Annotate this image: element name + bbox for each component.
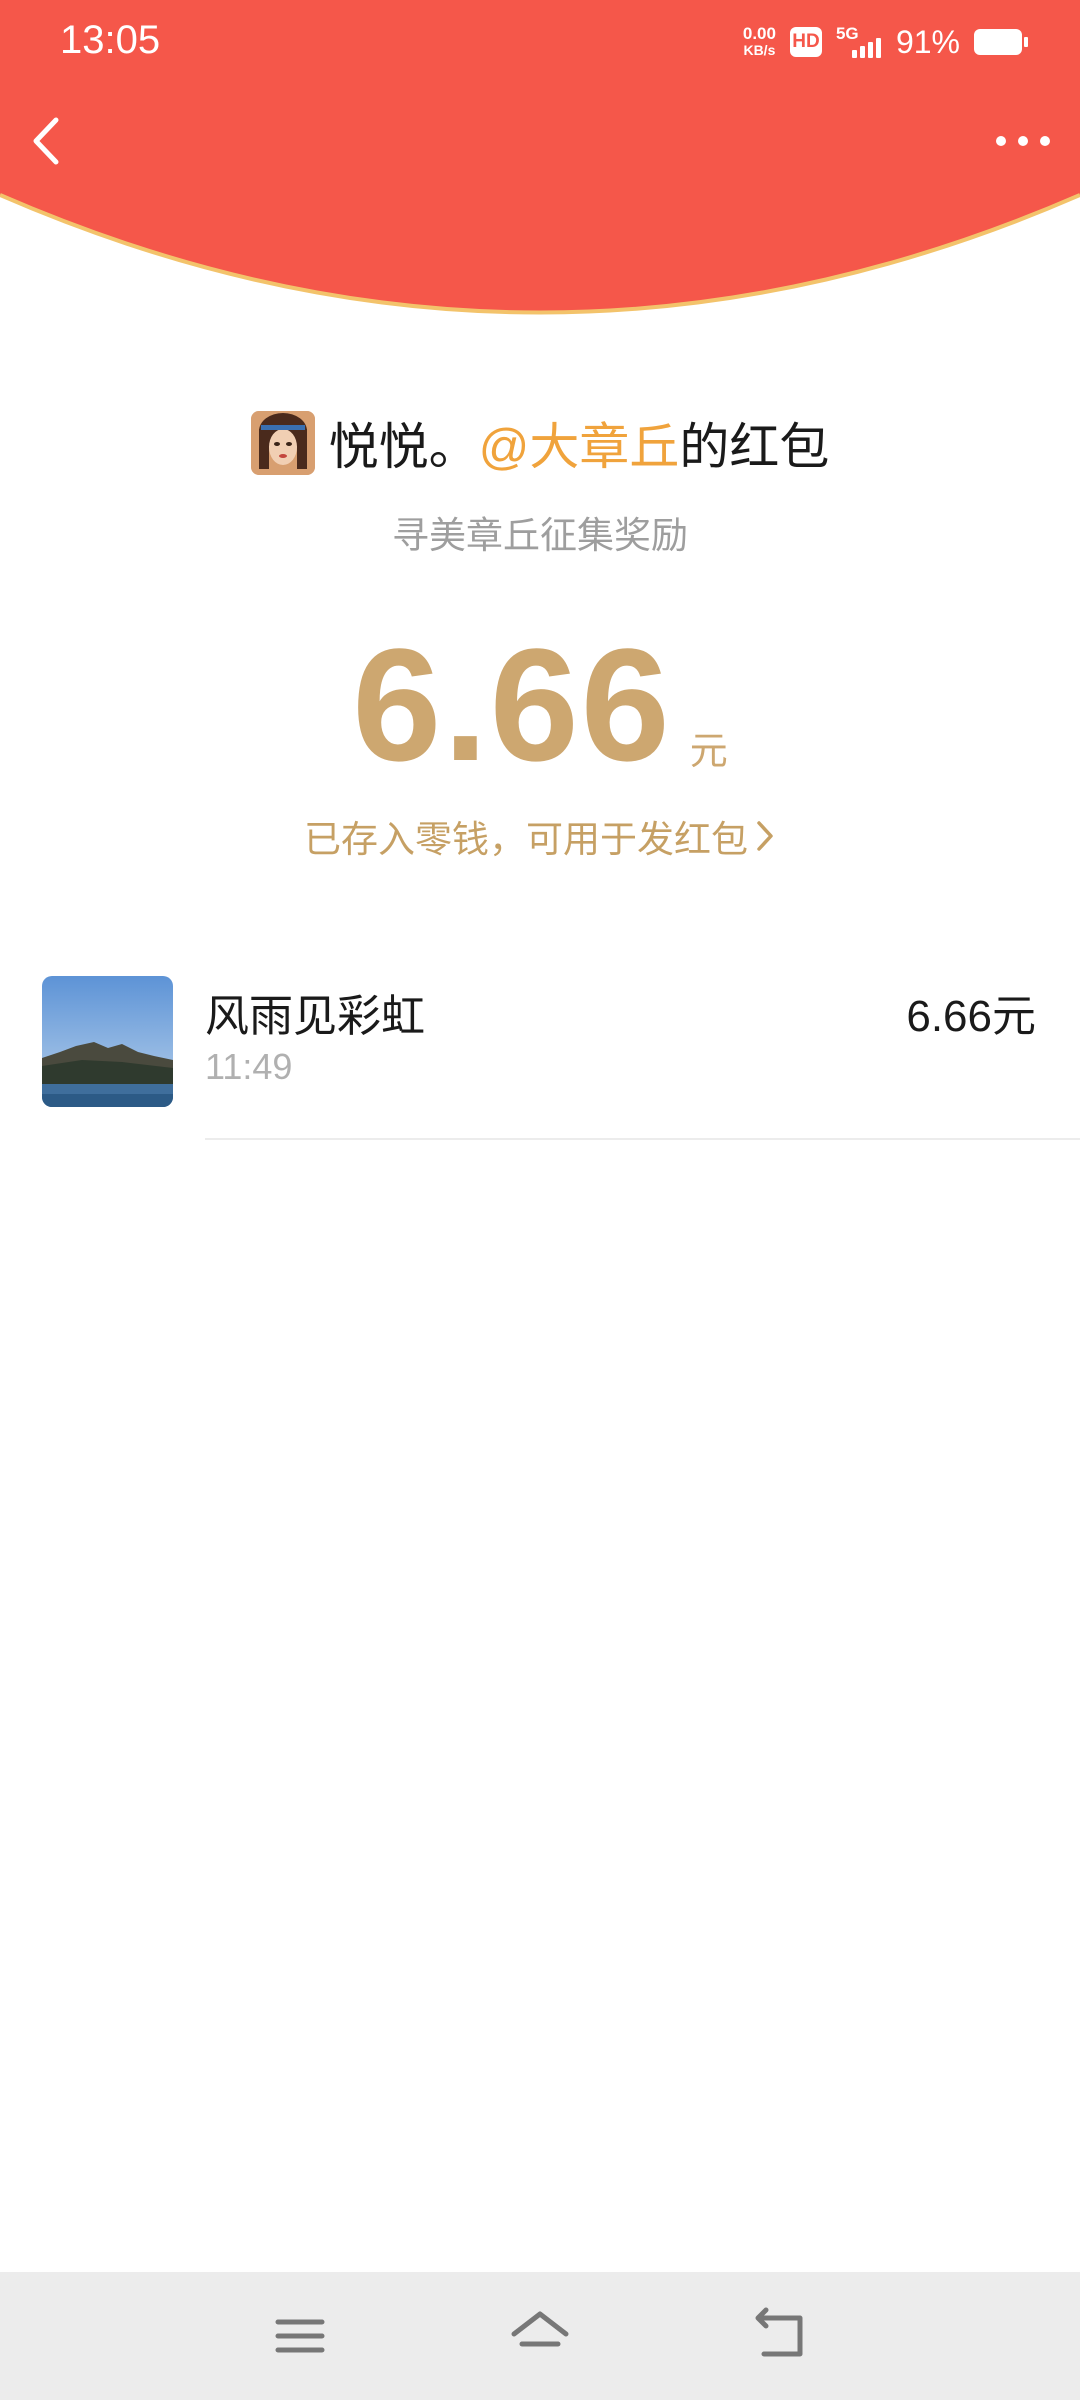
divider [205, 1138, 1080, 1140]
received-amount: 6.66 [352, 615, 672, 794]
status-bar: 13:05 0.00 KB/s HD 5G 91% [0, 0, 1080, 84]
amount-unit: 元 [689, 731, 728, 773]
stored-to-balance-link[interactable]: 已存入零钱，可用于发红包 [0, 808, 1080, 864]
hd-icon: HD [789, 27, 822, 57]
stored-to-balance-text: 已存入零钱，可用于发红包 [304, 819, 748, 860]
sender-suffix: 的红包 [679, 419, 830, 475]
network-speed: 0.00 KB/s [743, 25, 776, 59]
sender-mention-link[interactable]: @大章丘 [479, 407, 680, 479]
nav-home-button[interactable] [508, 2304, 572, 2368]
red-packet-subtitle: 寻美章丘征集奖励 [392, 515, 688, 556]
status-indicators: 0.00 KB/s HD 5G 91% [743, 22, 1028, 62]
record-time: 11:49 [205, 1046, 293, 1087]
home-icon [511, 2311, 569, 2347]
system-nav-bar [0, 2272, 1080, 2400]
back-button[interactable] [22, 110, 78, 172]
list-item[interactable]: 风雨见彩虹 11:49 6.66元 [0, 960, 1080, 1140]
chevron-left-icon [33, 117, 59, 165]
avatar[interactable] [250, 411, 315, 475]
sender-name: 悦悦。 [328, 419, 479, 475]
network-speed-unit: KB/s [743, 42, 776, 58]
nav-menu-button[interactable] [268, 2304, 332, 2368]
record-amount: 6.66元 [906, 992, 1036, 1041]
record-name: 风雨见彩虹 [205, 992, 425, 1041]
battery-percent: 91% [895, 23, 960, 60]
network-type: 5G [835, 24, 859, 43]
signal-icon: 5G [836, 24, 882, 60]
record-avatar [42, 976, 173, 1107]
status-time: 13:05 [60, 18, 161, 62]
red-header: 13:05 0.00 KB/s HD 5G 91% [0, 0, 1080, 330]
chevron-right-icon [757, 821, 773, 851]
network-speed-value: 0.00 [742, 24, 776, 43]
menu-icon [275, 2319, 325, 2353]
more-button[interactable] [988, 116, 1058, 166]
nav-back-button[interactable] [748, 2304, 812, 2368]
more-horizontal-icon [996, 136, 1050, 146]
sender-row: 悦悦。 @大章丘 的红包 [0, 408, 1080, 478]
amount-display: 6.66 元 [0, 615, 1080, 785]
battery-icon [974, 29, 1028, 55]
back-arrow-icon [755, 2307, 803, 2357]
